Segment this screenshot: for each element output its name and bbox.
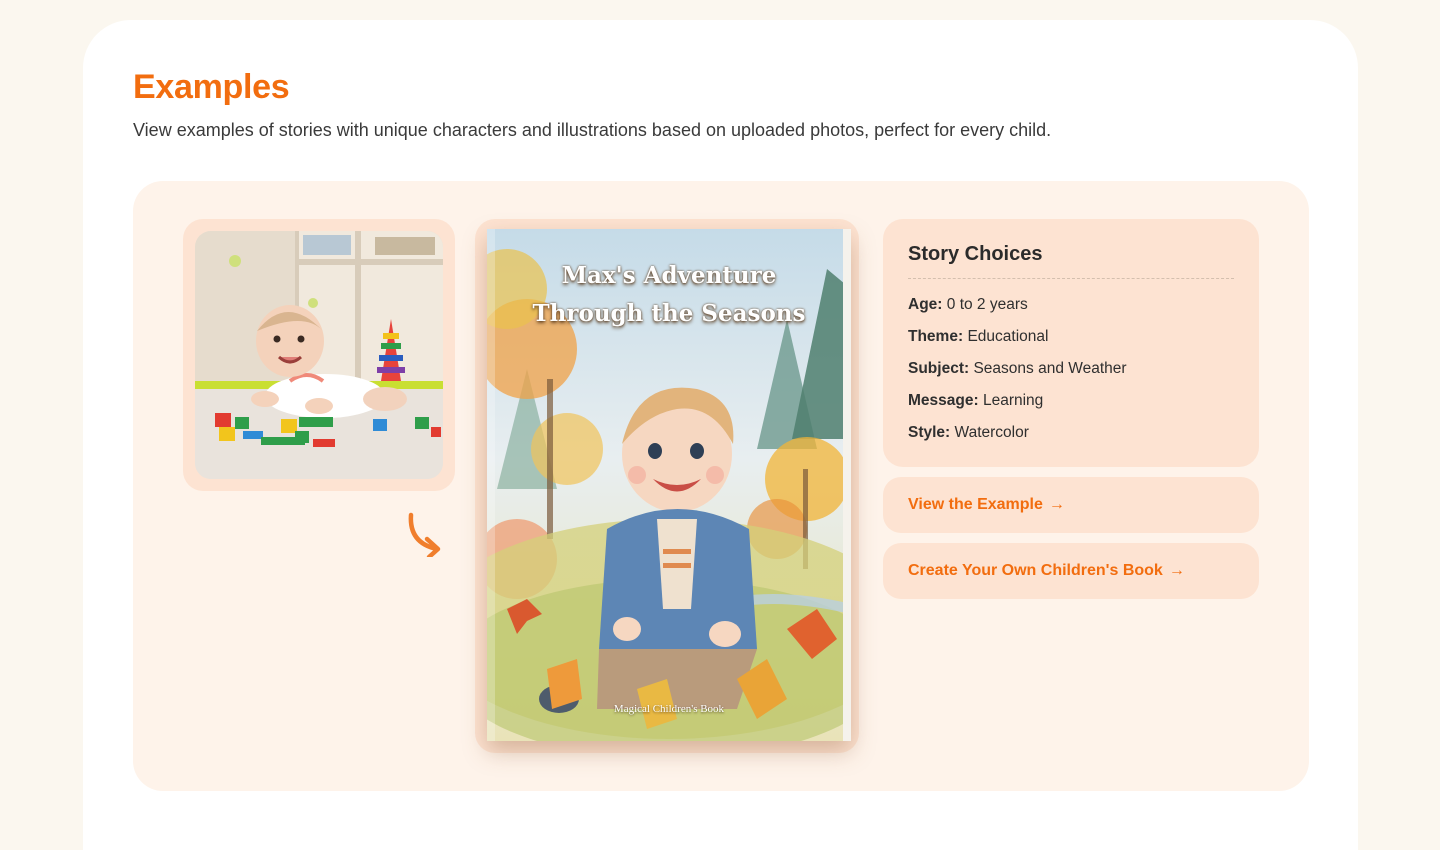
story-choices-card: Story Choices Age: 0 to 2 years Theme: E… (883, 219, 1259, 467)
story-choice-style: Style: Watercolor (908, 417, 1234, 449)
uploaded-photo (195, 231, 443, 479)
story-choice-label: Style: (908, 424, 951, 441)
examples-section: Examples View examples of stories with u… (83, 20, 1358, 850)
arrow-right-icon: → (1048, 496, 1065, 513)
book-cover-frame: Max's Adventure Through the Seasons Magi… (475, 219, 859, 753)
story-choice-value: Educational (967, 328, 1049, 345)
view-example-label: View the Example (908, 496, 1043, 513)
create-book-label: Create Your Own Children's Book (908, 562, 1163, 579)
story-choice-value: 0 to 2 years (946, 296, 1028, 313)
book-cover: Max's Adventure Through the Seasons Magi… (487, 229, 851, 741)
book-footer: Magical Children's Book (613, 703, 725, 715)
view-example-button[interactable]: View the Example → (883, 477, 1259, 533)
section-title: Examples (133, 68, 290, 106)
story-choice-theme: Theme: Educational (908, 321, 1234, 353)
story-choice-label: Theme: (908, 328, 964, 345)
story-choice-message: Message: Learning (908, 385, 1234, 417)
example-panel: Max's Adventure Through the Seasons Magi… (133, 181, 1309, 791)
book-title: Max's Adventure Through the Seasons (487, 257, 851, 333)
section-description: View examples of stories with unique cha… (133, 120, 1052, 140)
arrow-right-icon: → (1168, 562, 1185, 579)
story-choice-age: Age: 0 to 2 years (908, 289, 1234, 321)
book-title-line1: Max's Adventure (561, 262, 777, 289)
story-choice-value: Seasons and Weather (973, 360, 1127, 377)
story-choice-label: Age: (908, 296, 943, 313)
story-choice-value: Watercolor (954, 424, 1029, 441)
story-choices-title: Story Choices (908, 243, 1234, 279)
story-choice-label: Subject: (908, 360, 970, 377)
story-choice-subject: Subject: Seasons and Weather (908, 353, 1234, 385)
create-book-button[interactable]: Create Your Own Children's Book → (883, 543, 1259, 599)
story-choice-value: Learning (982, 392, 1044, 409)
curved-arrow-icon (403, 509, 447, 560)
story-choice-label: Message: (908, 392, 979, 409)
book-title-line2: Through the Seasons (532, 300, 806, 327)
uploaded-photo-frame (183, 219, 455, 491)
